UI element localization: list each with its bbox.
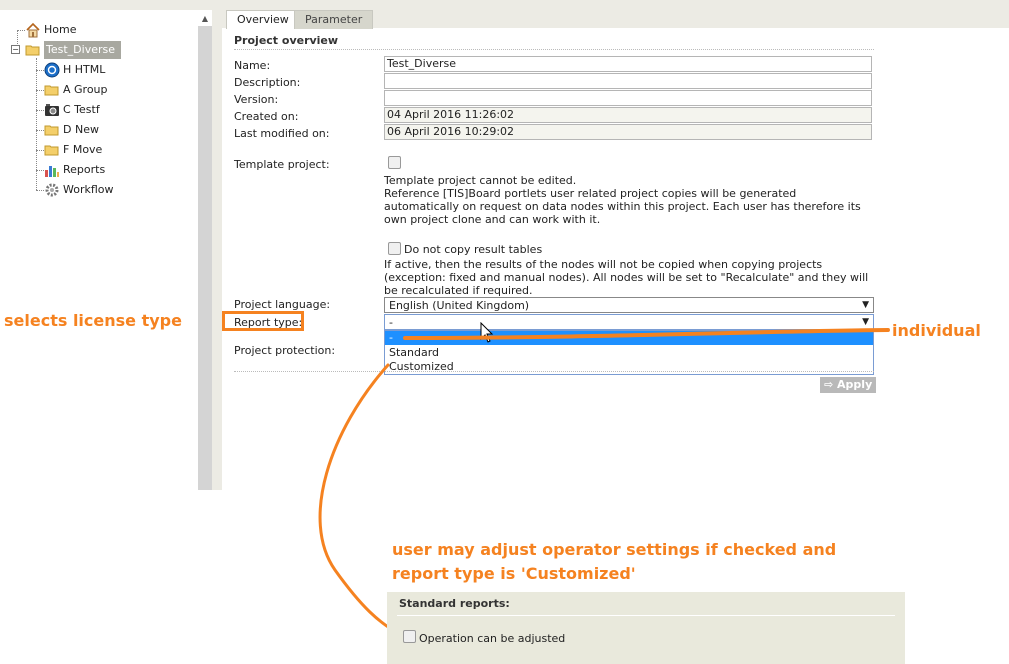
standard-reports-title: Standard reports: xyxy=(399,597,510,610)
annotation-arrow-individual xyxy=(403,328,890,340)
standard-reports-panel: Standard reports: Operation can be adjus… xyxy=(387,592,905,664)
annotation-arrows xyxy=(318,328,890,638)
operation-adjustable-label: Operation can be adjusted xyxy=(419,632,566,645)
operation-adjustable-checkbox[interactable] xyxy=(403,630,416,643)
divider xyxy=(397,615,895,616)
